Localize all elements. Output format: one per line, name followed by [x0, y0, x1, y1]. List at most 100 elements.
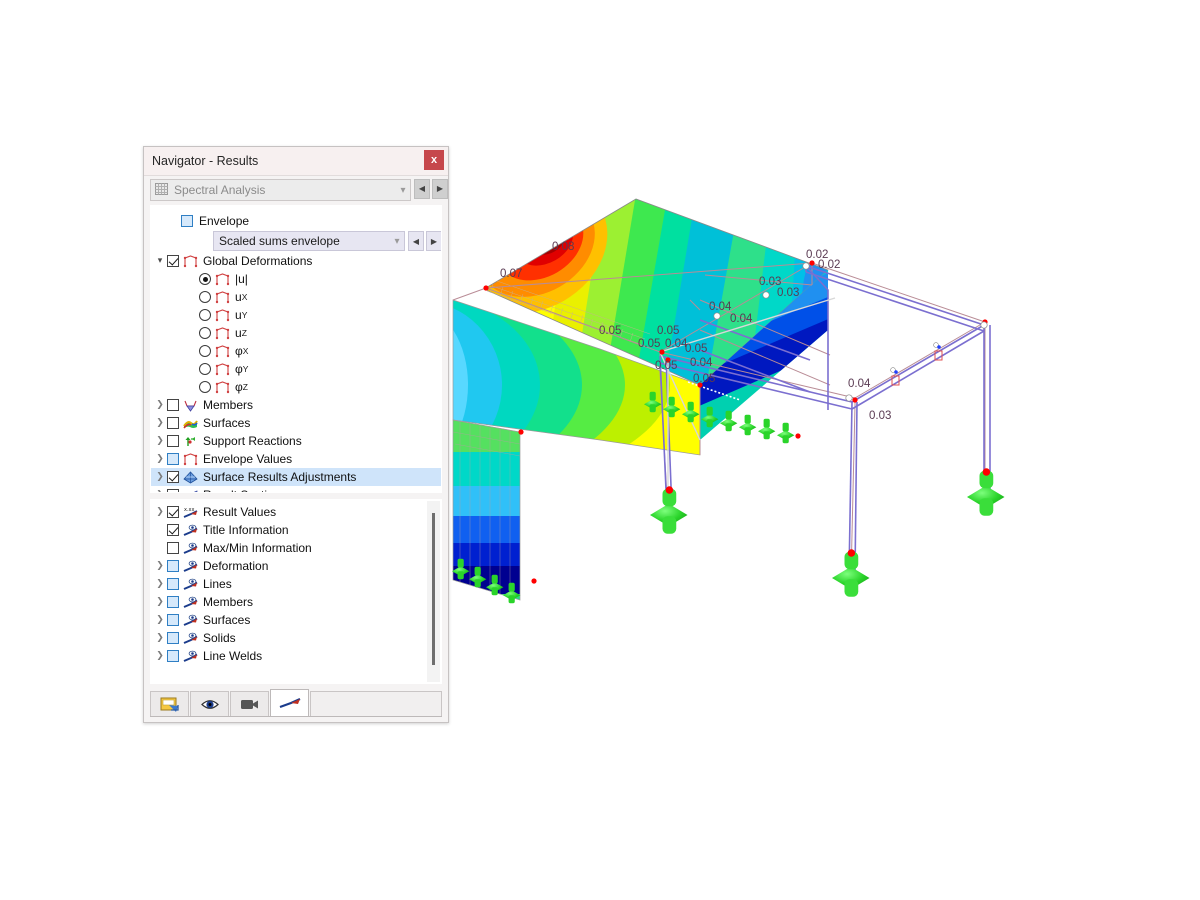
tree-item-[interactable]: φZ [151, 378, 441, 396]
analysis-prev-button[interactable]: ◀ [414, 178, 430, 199]
radio-button[interactable] [199, 363, 211, 375]
checkbox[interactable] [167, 417, 179, 429]
tree-item-result-values[interactable]: ❯ x.xx Result Values [151, 503, 441, 521]
expander-icon[interactable]: ❯ [153, 490, 167, 492]
results-tab[interactable] [150, 691, 189, 716]
checkbox[interactable] [167, 650, 179, 662]
tree-item-u[interactable]: uZ [151, 324, 441, 342]
radio-button[interactable] [199, 309, 211, 321]
navigator-tab-strip[interactable] [150, 688, 442, 717]
checkbox[interactable] [167, 524, 179, 536]
radio-button[interactable] [199, 291, 211, 303]
checkbox[interactable] [167, 471, 179, 483]
envelope-checkbox[interactable] [181, 215, 193, 227]
tree-item-support-reactions[interactable]: ❯ Support Reactions [151, 432, 441, 450]
tree-item-deformation[interactable]: ❯ Deformation [151, 557, 441, 575]
tree-item-members[interactable]: ❯ Members [151, 396, 441, 414]
scrollbar-thumb[interactable] [432, 513, 435, 665]
tree-item-label: u [235, 308, 242, 322]
expander-icon[interactable]: ❯ [153, 579, 167, 589]
chevron-down-icon[interactable]: ▾ [396, 185, 410, 196]
tree-item-label: Lines [203, 577, 232, 591]
result-value-label: 0.05 [693, 373, 715, 385]
view-tab[interactable] [190, 691, 229, 716]
expander-icon[interactable]: ❯ [153, 472, 167, 482]
checkbox[interactable] [167, 435, 179, 447]
tree-item-surface-results-adjustments[interactable]: ❯ Surface Results Adjustments [151, 468, 441, 486]
tree-item-solids[interactable]: ❯ Solids [151, 629, 441, 647]
radio-button[interactable] [199, 345, 211, 357]
tree-item-max-min-information[interactable]: Max/Min Information [151, 539, 441, 557]
tree-item-title-information[interactable]: Title Information [151, 521, 441, 539]
envelope-prev-button[interactable]: ◀ [408, 231, 424, 251]
tree-item-label: Members [203, 398, 254, 412]
tree-item-label-subscript: Z [241, 328, 247, 338]
checkbox[interactable] [167, 596, 179, 608]
display-properties-list[interactable]: ❯ x.xx Result Values Title Information Max/M… [151, 500, 441, 665]
expander-icon[interactable]: ❯ [153, 633, 167, 643]
analysis-next-button[interactable]: ▶ [432, 178, 448, 199]
expander-icon[interactable]: ❯ [153, 436, 167, 446]
analysis-spinners[interactable]: ◀ ▶ [414, 178, 448, 199]
tree-item-[interactable]: φX [151, 342, 441, 360]
checkbox[interactable] [167, 542, 179, 554]
envelope-next-button[interactable]: ▶ [426, 231, 441, 251]
checkbox[interactable] [167, 399, 179, 411]
tree-item-[interactable]: φY [151, 360, 441, 378]
expander-icon[interactable]: ❯ [153, 418, 167, 428]
radio-button[interactable] [199, 381, 211, 393]
tree-item-members[interactable]: ❯ Members [151, 593, 441, 611]
navigator-results-panel[interactable]: Navigator - Results x Spectral Analysis … [143, 146, 449, 723]
tree-item-u[interactable]: uY [151, 306, 441, 324]
checkbox[interactable] [167, 632, 179, 644]
results-category-list[interactable]: ❯ Members ❯ Surfaces ❯ Support Reactions ❯ Enve… [151, 396, 441, 492]
tree-item-label: Title Information [203, 523, 289, 537]
analysis-combo-row[interactable]: Spectral Analysis ▾ ◀ ▶ [144, 176, 448, 201]
tree-item-surfaces[interactable]: ❯ Surfaces [151, 611, 441, 629]
envelope-combo-row[interactable]: Scaled sums envelope ▾ ◀ ▶ [151, 230, 441, 252]
tree-item-surfaces[interactable]: ❯ Surfaces [151, 414, 441, 432]
expander-icon[interactable]: ❯ [153, 651, 167, 661]
checkbox[interactable] [167, 560, 179, 572]
expander-icon[interactable]: ❯ [153, 561, 167, 571]
tree-item-global-deformations[interactable]: ▾ Global Deformations [151, 252, 441, 270]
close-icon[interactable]: x [424, 150, 444, 170]
tree-item-label: φ [235, 380, 243, 394]
expander-icon[interactable]: ❯ [153, 615, 167, 625]
display-properties-tree[interactable]: ❯ x.xx Result Values Title Information Max/M… [150, 499, 442, 684]
tree-item-envelope[interactable]: Envelope [151, 212, 441, 230]
tree-item-result-sections[interactable]: ❯ Result Sections [151, 486, 441, 492]
tree-item-label: u [235, 290, 242, 304]
radio-button[interactable] [199, 273, 211, 285]
tree-item-u[interactable]: |u| [151, 270, 441, 288]
deformation-component-list[interactable]: |u| u Xu Yu Zφ Xφ Yφ Z [151, 270, 441, 396]
picture-results-icon [160, 697, 179, 712]
envelope-frame-icon [181, 452, 199, 466]
expander-icon[interactable]: ❯ [153, 400, 167, 410]
display-properties-tab[interactable] [270, 689, 309, 716]
checkbox[interactable] [167, 453, 179, 465]
radio-button[interactable] [199, 327, 211, 339]
surface-results-icon [181, 470, 199, 484]
scrollbar[interactable] [427, 501, 440, 682]
expander-icon[interactable]: ❯ [153, 597, 167, 607]
checkbox[interactable] [167, 489, 179, 492]
tree-item-line-welds[interactable]: ❯ Line Welds [151, 647, 441, 665]
support-reactions-icon [181, 434, 199, 448]
tree-item-envelope-values[interactable]: ❯ Envelope Values [151, 450, 441, 468]
checkbox[interactable] [167, 506, 179, 518]
tree-item-label: Envelope Values [203, 452, 293, 466]
checkbox[interactable] [167, 578, 179, 590]
envelope-combo[interactable]: Scaled sums envelope ▾ [213, 231, 405, 251]
expander-icon[interactable]: ❯ [153, 454, 167, 464]
expander-icon[interactable]: ▾ [153, 256, 167, 266]
expander-icon[interactable]: ❯ [153, 507, 167, 517]
video-tab[interactable] [230, 691, 269, 716]
tree-item-u[interactable]: uX [151, 288, 441, 306]
results-tree-top[interactable]: Envelope Scaled sums envelope ▾ ◀ ▶ ▾ Gl… [150, 205, 442, 493]
tree-item-lines[interactable]: ❯ Lines [151, 575, 441, 593]
chevron-down-icon[interactable]: ▾ [390, 236, 404, 247]
analysis-combo[interactable]: Spectral Analysis ▾ [150, 179, 411, 201]
checkbox[interactable] [167, 614, 179, 626]
global-deformations-checkbox[interactable] [167, 255, 179, 267]
